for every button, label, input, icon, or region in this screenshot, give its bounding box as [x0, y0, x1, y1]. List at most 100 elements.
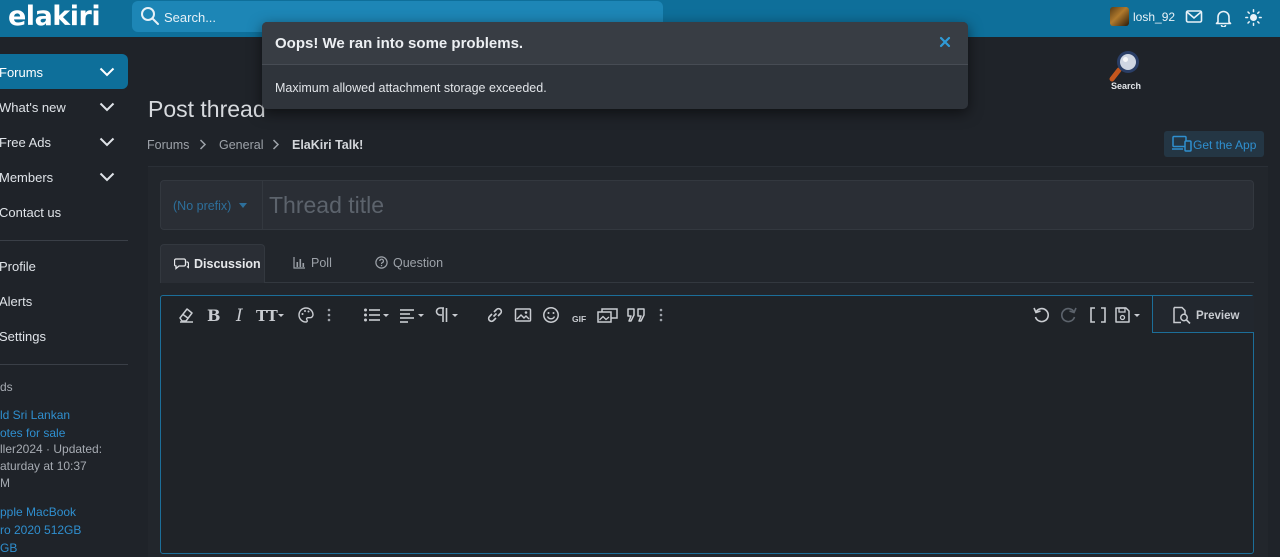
envelope-icon[interactable] — [1185, 9, 1203, 25]
smiley-icon[interactable] — [542, 306, 560, 324]
search-widget[interactable]: Search — [1107, 48, 1147, 94]
close-icon[interactable] — [938, 35, 952, 49]
avatar[interactable] — [1110, 7, 1129, 26]
magnifier-icon — [1109, 51, 1139, 82]
caret-down-icon — [239, 203, 247, 208]
more-vertical-icon[interactable] — [326, 306, 332, 324]
sidebar-item-label: Profile — [0, 259, 36, 274]
error-dialog-title: Oops! We ran into some problems. — [275, 35, 524, 52]
username[interactable]: losh_92 — [1133, 10, 1175, 24]
preview-label: Preview — [1196, 310, 1240, 322]
breadcrumb-current[interactable]: ElaKiri Talk! — [292, 138, 363, 152]
clear-formatting-icon[interactable] — [177, 306, 195, 324]
chat-icon — [174, 258, 189, 270]
chevron-down-icon[interactable] — [99, 137, 115, 147]
quote-icon[interactable] — [626, 306, 648, 324]
ad-meta: aturday at 10:37 — [0, 459, 87, 473]
redo-icon[interactable] — [1060, 306, 1078, 324]
chevron-down-icon[interactable] — [99, 172, 115, 182]
chevron-right-icon — [199, 139, 207, 150]
message-editor[interactable]: B I TT GIF Preview — [160, 295, 1254, 554]
sidebar-item-label: Free Ads — [0, 135, 52, 150]
link-icon[interactable] — [486, 306, 504, 324]
svg-text:TT: TT — [256, 307, 279, 324]
text-size-icon[interactable]: TT — [256, 306, 286, 324]
prefix-label: (No prefix) — [173, 199, 232, 213]
sidebar-item-free-ads[interactable]: Free Ads — [0, 124, 128, 159]
devices-icon — [1172, 135, 1192, 152]
list-icon[interactable] — [363, 306, 390, 324]
sidebar-item-members[interactable]: Members — [0, 159, 128, 194]
svg-text:B: B — [207, 306, 220, 324]
align-icon[interactable] — [399, 306, 425, 324]
ad-link[interactable]: ld Sri Lankan — [0, 406, 70, 424]
chevron-down-icon[interactable] — [99, 67, 115, 77]
sidebar-item-label: What's new — [0, 100, 66, 115]
ad-link[interactable]: pple MacBook — [0, 503, 76, 521]
sidebar-item-forums[interactable]: Forums — [0, 54, 128, 89]
sidebar-divider — [0, 240, 128, 241]
tab-label: Question — [393, 256, 444, 270]
thread-title-row: (No prefix) — [160, 180, 1254, 230]
media-icon[interactable] — [597, 306, 619, 324]
bbcode-toggle-icon[interactable] — [1089, 306, 1107, 324]
sun-icon[interactable] — [1245, 9, 1262, 26]
sidebar-item-contact-us[interactable]: Contact us — [0, 194, 128, 229]
tab-label: Discussion — [194, 257, 261, 271]
undo-icon[interactable] — [1032, 306, 1050, 324]
post-type-tabs: Discussion Poll Question — [160, 244, 1254, 283]
sidebar-item-settings[interactable]: Settings — [0, 318, 128, 353]
bar-chart-icon — [293, 257, 305, 269]
tab-poll[interactable]: Poll — [280, 244, 350, 283]
ads-heading: ds — [0, 380, 13, 394]
get-app-label: Get the App — [1193, 138, 1257, 152]
sidebar-item-alerts[interactable]: Alerts — [0, 283, 128, 318]
breadcrumb-forums[interactable]: Forums — [147, 138, 189, 152]
editor-toolbar: B I TT GIF Preview — [161, 296, 1254, 334]
tab-discussion[interactable]: Discussion — [160, 244, 265, 283]
chevron-right-icon — [272, 139, 280, 150]
get-app-button[interactable]: Get the App — [1164, 131, 1264, 157]
error-dialog: Oops! We ran into some problems. Maximum… — [262, 22, 968, 109]
site-logo[interactable]: elakiri — [8, 1, 101, 32]
ad-link[interactable]: otes for sale — [0, 424, 65, 442]
bold-icon[interactable]: B — [206, 306, 220, 324]
sidebar-item-label: Forums — [0, 65, 44, 80]
error-dialog-header: Oops! We ran into some problems. — [262, 22, 968, 65]
tab-label: Poll — [311, 256, 332, 270]
more-vertical-icon[interactable] — [658, 306, 664, 324]
paragraph-icon[interactable] — [434, 306, 460, 324]
thread-title-input[interactable] — [263, 181, 1253, 229]
search-placeholder: Search... — [164, 10, 217, 25]
sidebar-item-whats-new[interactable]: What's new — [0, 89, 128, 124]
palette-icon[interactable] — [297, 306, 315, 324]
sidebar: Forums What's new Free Ads Members Conta… — [0, 37, 128, 557]
question-circle-icon — [375, 256, 388, 269]
sidebar-divider — [0, 364, 128, 365]
ad-link[interactable]: GB — [0, 539, 17, 557]
sidebar-item-profile[interactable]: Profile — [0, 248, 128, 283]
chevron-down-icon[interactable] — [99, 102, 115, 112]
preview-button[interactable]: Preview — [1152, 296, 1254, 333]
sidebar-item-label: Contact us — [0, 205, 62, 220]
search-icon — [141, 7, 159, 25]
sidebar-item-label: Members — [0, 170, 54, 185]
error-dialog-message: Maximum allowed attachment storage excee… — [275, 81, 547, 95]
bell-icon[interactable] — [1215, 9, 1232, 27]
italic-icon[interactable]: I — [235, 306, 247, 324]
sidebar-item-label: Alerts — [0, 294, 33, 309]
page-title: Post thread — [148, 96, 266, 122]
save-draft-icon[interactable] — [1114, 306, 1142, 324]
ad-link[interactable]: ro 2020 512GB — [0, 521, 81, 539]
search-widget-label: Search — [1111, 81, 1142, 91]
image-icon[interactable] — [514, 306, 532, 324]
sidebar-item-label: Settings — [0, 329, 46, 344]
breadcrumb-general[interactable]: General — [219, 138, 263, 152]
ad-meta: ller2024 · Updated: — [0, 442, 103, 456]
gif-button[interactable]: GIF — [572, 310, 586, 328]
prefix-select[interactable]: (No prefix) — [161, 181, 263, 229]
svg-text:I: I — [235, 306, 243, 324]
tab-question[interactable]: Question — [360, 244, 460, 283]
preview-icon — [1173, 306, 1191, 324]
ad-meta: M — [0, 476, 10, 490]
